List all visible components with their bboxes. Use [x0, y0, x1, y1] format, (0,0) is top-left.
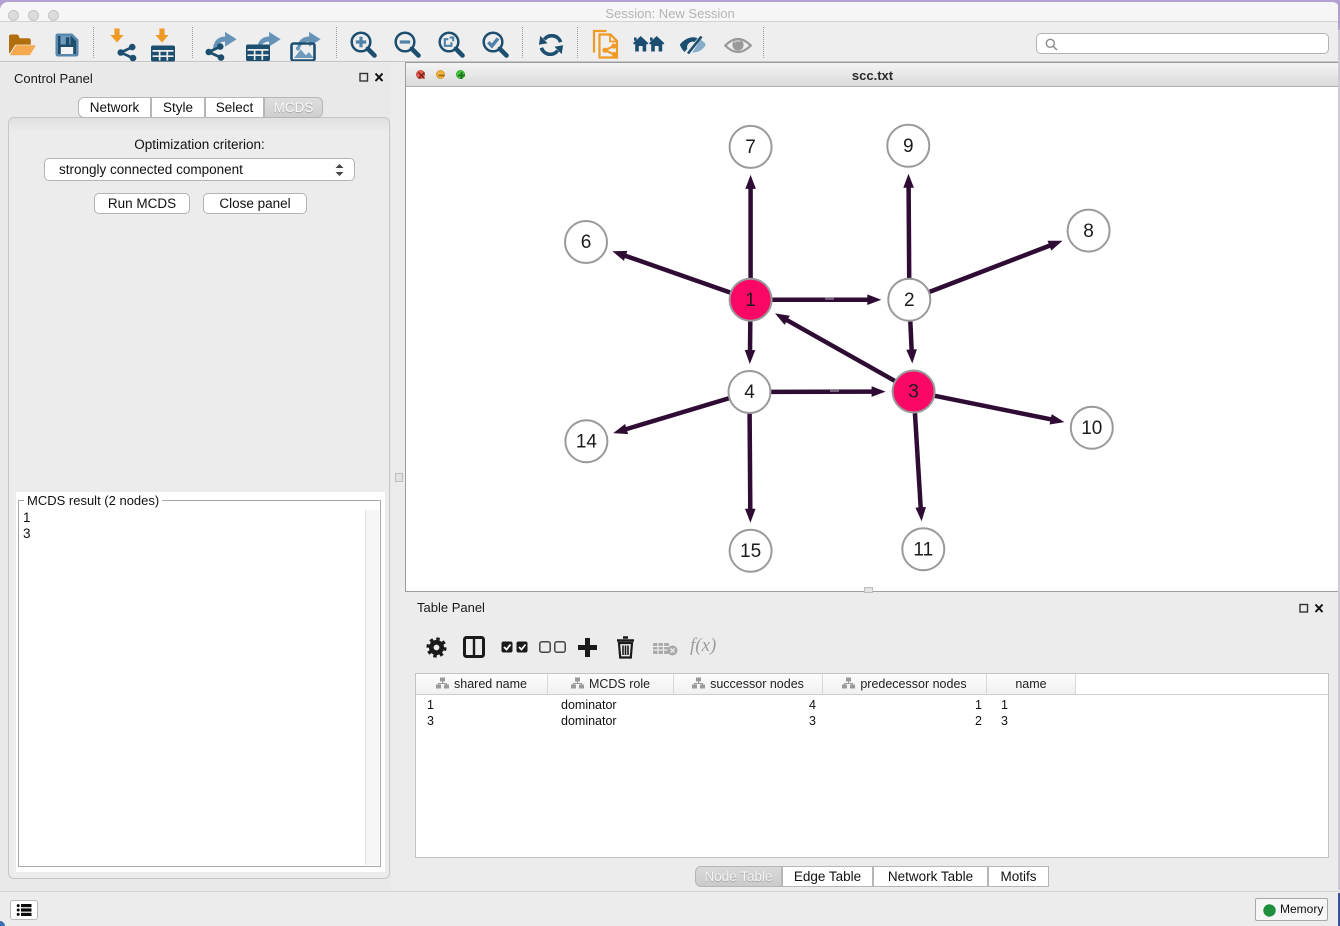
svg-text:9: 9 — [903, 136, 914, 157]
svg-text:8: 8 — [1083, 221, 1094, 242]
svg-text:14: 14 — [576, 431, 598, 452]
svg-text:3: 3 — [908, 382, 919, 403]
svg-text:10: 10 — [1081, 418, 1102, 439]
svg-text:2: 2 — [904, 290, 915, 311]
svg-text:6: 6 — [581, 232, 592, 253]
svg-text:4: 4 — [744, 382, 755, 403]
svg-text:15: 15 — [740, 541, 761, 562]
svg-text:1: 1 — [745, 290, 756, 311]
svg-text:7: 7 — [745, 137, 756, 158]
svg-text:11: 11 — [913, 539, 933, 560]
